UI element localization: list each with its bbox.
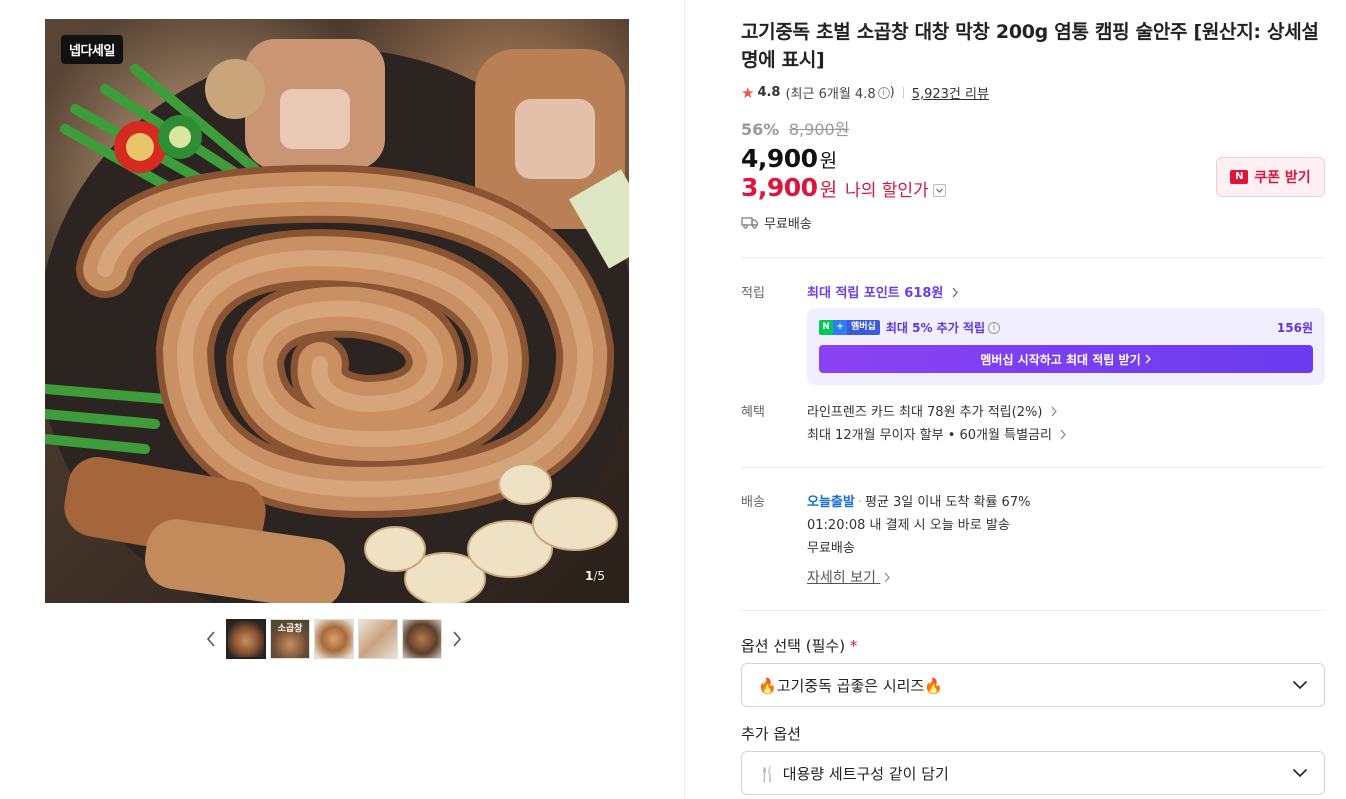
today-delivery-row: 오늘출발 · 평균 3일 이내 도착 확률 67%: [807, 491, 1030, 510]
rating-value: 4.8: [757, 85, 781, 100]
star-icon: ★: [741, 83, 755, 102]
my-price-unit: 원: [819, 179, 838, 201]
page-separator: /: [593, 569, 598, 583]
sale-price: 4,900: [741, 144, 818, 173]
image-page-indicator: 1/5: [585, 569, 605, 583]
thumbnail-1[interactable]: [226, 619, 266, 659]
product-gallery: 넵다세일 1/5 소곱창: [0, 0, 685, 799]
extra-option-value: 대용량 세트구성 같이 담기: [782, 764, 949, 783]
fire-icon: 🔥: [758, 676, 777, 695]
membership-start-button[interactable]: 멤버십 시작하고 최대 적립 받기: [819, 345, 1313, 373]
delivery-free-shipping: 무료배송: [807, 541, 855, 556]
required-option-text: 옵션 선택 (필수): [741, 637, 846, 655]
required-option-value-row: 🔥고기중독 곱좋은 시리즈🔥: [758, 675, 1292, 696]
vertical-divider: [684, 0, 685, 799]
sale-price-row: 4,900 원: [741, 144, 837, 173]
card-benefit-link[interactable]: 라인프렌즈 카드 최대 78원 추가 적립(2%): [807, 401, 1058, 420]
utensils-icon: 🍴: [758, 764, 777, 783]
original-price: 8,900원: [788, 120, 850, 139]
rating-recent-close: ): [889, 85, 895, 100]
benefits-label: 혜택: [741, 405, 765, 420]
separator: [902, 87, 904, 98]
divider: [741, 467, 1325, 468]
naver-n-icon: N: [819, 320, 833, 335]
coupon-button[interactable]: N 쿠폰 받기: [1216, 157, 1325, 197]
chevron-left-icon: [206, 631, 215, 647]
my-price-row[interactable]: 3,900 원 나의 할인가: [741, 173, 946, 202]
plus-icon: +: [833, 320, 847, 335]
my-price-label: 나의 할인가: [845, 181, 929, 201]
discount-rate: 56%: [741, 120, 780, 139]
chevron-right-icon: [952, 287, 958, 298]
sale-price-unit: 원: [819, 150, 838, 172]
chevron-down-icon: [1292, 768, 1308, 778]
required-mark: *: [849, 637, 858, 655]
chevron-right-icon: [453, 631, 462, 647]
thumbnail-2[interactable]: 소곱창: [270, 619, 310, 659]
naver-coupon-icon: N: [1230, 170, 1249, 184]
membership-text: 최대 5% 추가 적립: [885, 321, 985, 335]
coupon-label: 쿠폰 받기: [1254, 170, 1311, 186]
installment-benefit-link[interactable]: 최대 12개월 무이자 할부 • 60개월 특별금리: [807, 424, 1067, 443]
free-shipping-label: 무료배송: [764, 217, 812, 232]
prev-thumbnail-button[interactable]: [200, 619, 222, 659]
delivery-detail-label: 자세히 보기: [807, 570, 876, 586]
membership-row: N + 멤버십 최대 5% 추가 적립 i 156원: [819, 319, 1313, 336]
required-option-value: 고기중독 곱좋은 시리즈: [776, 676, 925, 695]
shipping-row: 무료배송: [741, 213, 812, 232]
extra-option-label: 추가 옵션: [741, 725, 801, 743]
thumbnail-3[interactable]: [314, 619, 354, 659]
chevron-right-icon: [1145, 354, 1151, 364]
max-points-link[interactable]: 최대 적립 포인트 618원: [807, 282, 959, 301]
membership-box: N + 멤버십 최대 5% 추가 적립 i 156원 멤버십 시작하고 최대 적립 …: [807, 308, 1325, 385]
membership-badge-label: 멤버십: [847, 320, 880, 335]
info-icon[interactable]: i: [988, 321, 1000, 334]
card-benefit-text: 라인프렌즈 카드 최대 78원 추가 적립(2%): [807, 405, 1043, 420]
membership-button-label: 멤버십 시작하고 최대 적립 받기: [980, 352, 1141, 367]
max-points-text: 최대 적립 포인트 618원: [807, 286, 944, 301]
thumbnail-4[interactable]: [358, 619, 398, 659]
original-price-row: 56% 8,900원: [741, 116, 849, 140]
chevron-right-icon: [884, 572, 891, 583]
chevron-down-icon: [1292, 680, 1308, 690]
truck-icon: [741, 217, 759, 229]
info-icon[interactable]: i: [877, 86, 890, 99]
chevron-right-icon: [1051, 406, 1057, 417]
cutoff-time: 01:20:08 내 결제 시 오늘 바로 발송: [807, 518, 1010, 533]
fire-icon: 🔥: [924, 676, 943, 695]
product-title: 고기중독 초벌 소곱창 대창 막창 200g 염통 캠핑 술안주 [원산지: 상…: [741, 21, 1319, 71]
divider: [741, 610, 1325, 611]
delivery-label: 배송: [741, 495, 765, 510]
extra-option-select[interactable]: 🍴 대용량 세트구성 같이 담기: [741, 751, 1325, 795]
page-total: 5: [597, 569, 605, 583]
rating-recent: (최근 6개월 4.8: [785, 87, 876, 102]
today-dispatch-label: 오늘출발: [807, 495, 855, 510]
thumbnail-5[interactable]: [402, 619, 442, 659]
thumbnail-2-label: 소곱창: [277, 624, 303, 634]
review-count-link[interactable]: 5,923건 리뷰: [912, 83, 989, 102]
chevron-down-icon[interactable]: [932, 184, 946, 197]
points-label: 적립: [741, 286, 765, 301]
my-price: 3,900: [741, 173, 818, 202]
grilled-tripe-photo: [45, 39, 629, 603]
divider: [741, 257, 1325, 258]
main-product-image[interactable]: 넵다세일 1/5: [45, 19, 629, 603]
extra-option-value-row: 🍴 대용량 세트구성 같이 담기: [758, 763, 1292, 784]
required-option-select[interactable]: 🔥고기중독 곱좋은 시리즈🔥: [741, 663, 1325, 707]
arrival-probability: 평균 3일 이내 도착 확률 67%: [864, 495, 1031, 510]
bullet: ·: [857, 495, 862, 510]
naver-membership-badge: N + 멤버십: [819, 320, 880, 335]
rating-row: ★ 4.8 (최근 6개월 4.8 i ) 5,923건 리뷰: [741, 83, 989, 103]
installment-text: 최대 12개월 무이자 할부 • 60개월 특별금리: [807, 428, 1052, 443]
required-option-label: 옵션 선택 (필수) *: [741, 635, 857, 656]
membership-amount: 156원: [1276, 321, 1313, 335]
sale-badge: 넵다세일: [61, 35, 123, 64]
thumbnail-strip: 소곱창: [200, 619, 468, 659]
delivery-detail-link[interactable]: 자세히 보기: [807, 567, 891, 587]
next-thumbnail-button[interactable]: [446, 619, 468, 659]
chevron-right-icon: [1060, 429, 1066, 440]
